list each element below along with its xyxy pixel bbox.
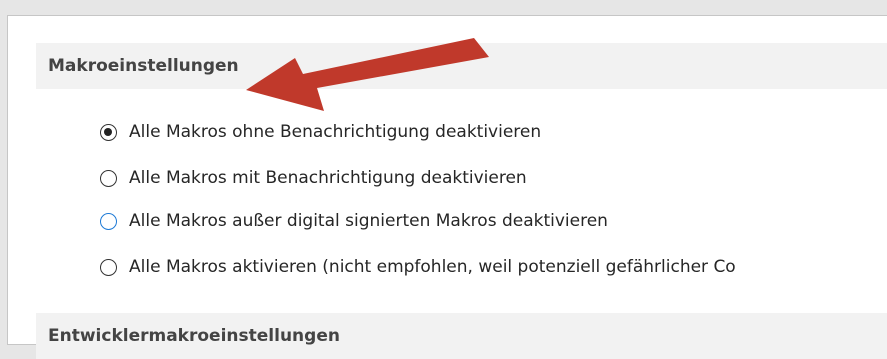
radio-option-disable-except-signed[interactable]: Alle Makros außer digital signierten Mak… <box>100 207 608 235</box>
section-header-macro-settings: Makroeinstellungen <box>36 43 887 89</box>
radio-option-disable-with-notification[interactable]: Alle Makros mit Benachrichtigung deaktiv… <box>100 164 527 192</box>
radio-option-disable-without-notification[interactable]: Alle Makros ohne Benachrichtigung deakti… <box>100 118 541 146</box>
radio-label: Alle Makros ohne Benachrichtigung deakti… <box>129 122 542 142</box>
radio-button[interactable] <box>100 123 117 141</box>
radio-button[interactable] <box>100 258 117 276</box>
section-title: Makroeinstellungen <box>48 56 239 76</box>
section-header-developer-macro-settings: Entwicklermakroeinstellungen <box>36 313 887 359</box>
section-title: Entwicklermakroeinstellungen <box>48 326 340 346</box>
radio-selected-dot <box>104 127 112 136</box>
radio-button[interactable] <box>100 169 117 187</box>
radio-label: Alle Makros aktivieren (nicht empfohlen,… <box>129 257 736 277</box>
radio-option-enable-all[interactable]: Alle Makros aktivieren (nicht empfohlen,… <box>100 253 736 281</box>
radio-button[interactable] <box>100 212 117 230</box>
radio-label: Alle Makros außer digital signierten Mak… <box>129 211 608 231</box>
radio-label: Alle Makros mit Benachrichtigung deaktiv… <box>129 168 527 188</box>
